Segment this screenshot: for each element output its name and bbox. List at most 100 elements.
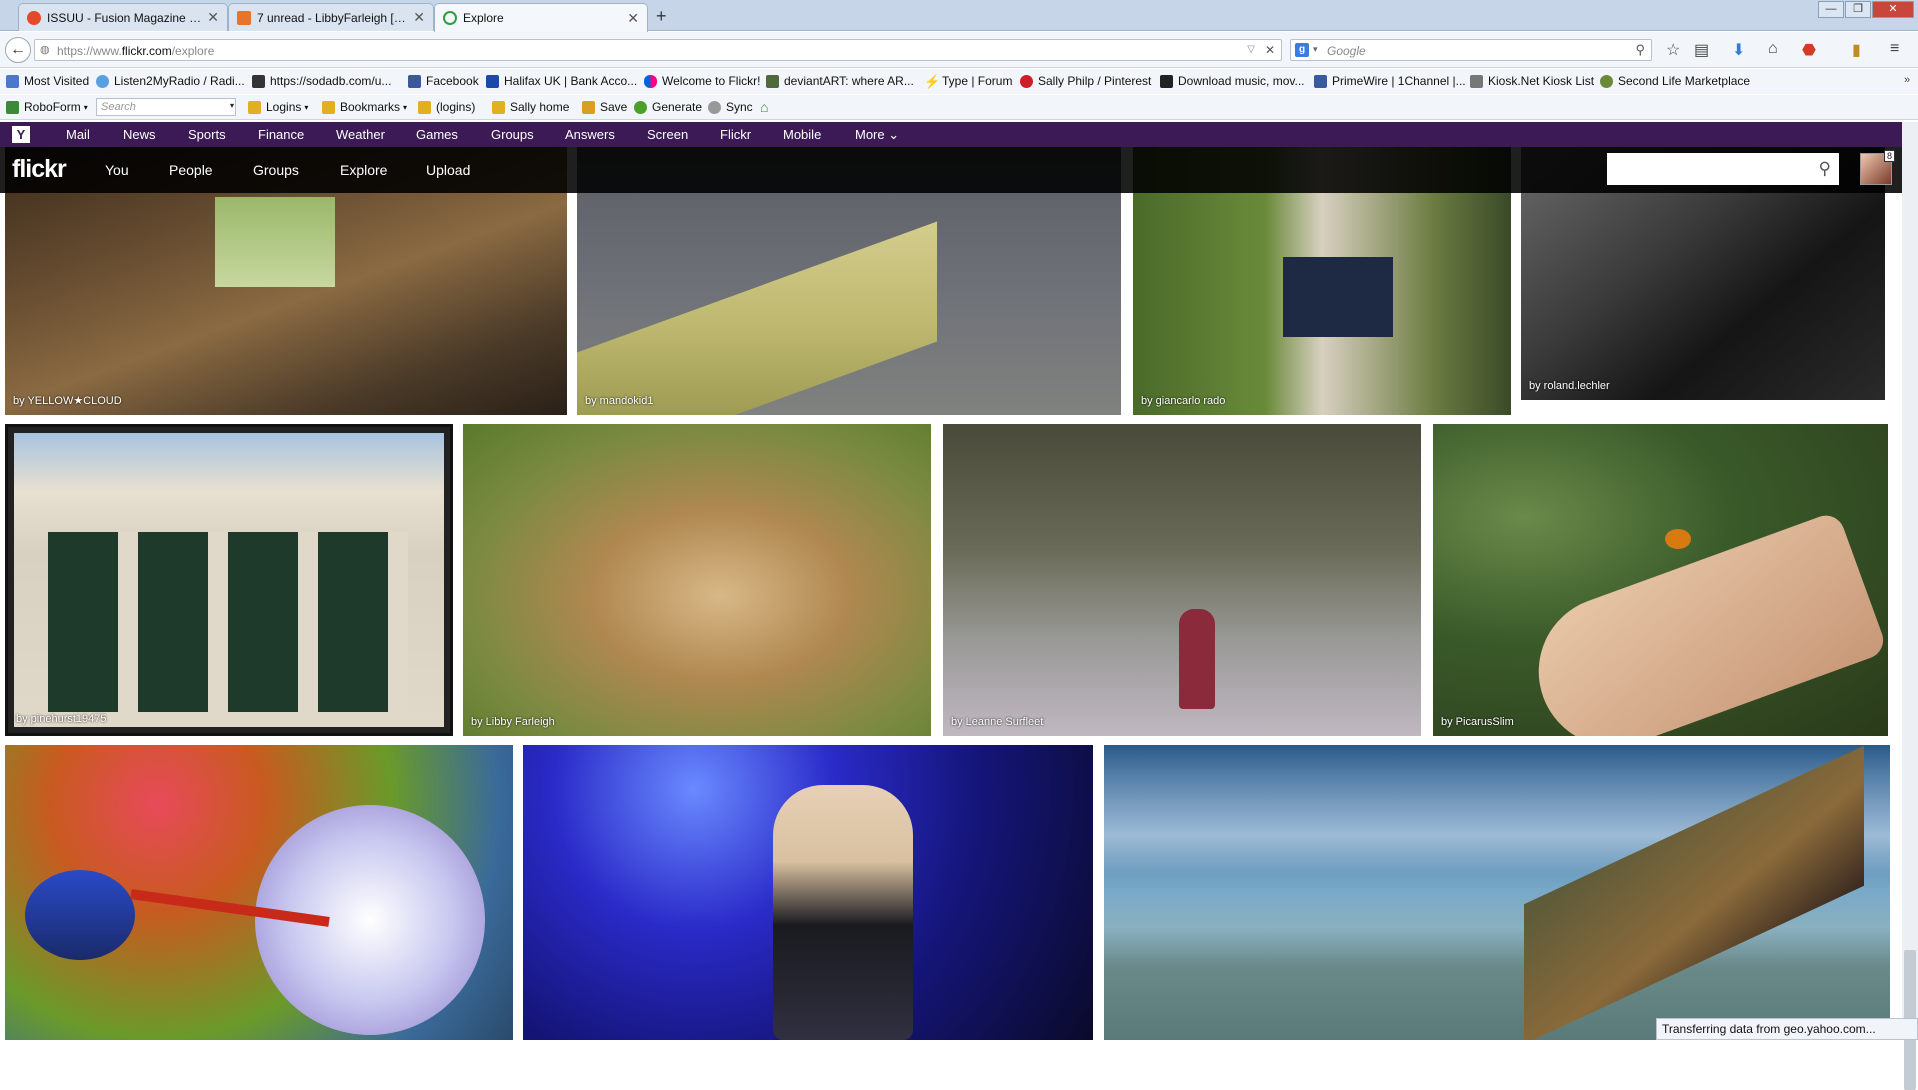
yahoo-games-link[interactable]: Games bbox=[416, 127, 458, 142]
downloads-icon[interactable]: ⬇ bbox=[1732, 40, 1745, 60]
tab-libbyfarleigh[interactable]: 7 unread - LibbyFarleigh [L... ✕ bbox=[228, 3, 434, 31]
yahoo-groups-link[interactable]: Groups bbox=[491, 127, 534, 142]
search-bar[interactable]: g ▾ Google ⚲ bbox=[1290, 39, 1652, 61]
yahoo-more-menu[interactable]: More ⌄ bbox=[855, 127, 899, 143]
photo-tile[interactable]: by Leanne Surfleet bbox=[943, 424, 1421, 736]
photo-credit[interactable]: by YELLOW★CLOUD bbox=[13, 394, 122, 407]
photo-tile[interactable]: by pinehurst19475 bbox=[5, 424, 453, 736]
photo-tile[interactable]: by Libby Farleigh bbox=[463, 424, 931, 736]
restore-button[interactable]: ❐ bbox=[1845, 1, 1871, 18]
yahoo-mobile-link[interactable]: Mobile bbox=[783, 127, 821, 142]
bookmark-pinterest[interactable]: Sally Philp / Pinterest bbox=[1020, 74, 1151, 88]
close-window-button[interactable]: ✕ bbox=[1872, 1, 1914, 18]
home-icon[interactable]: ⌂ bbox=[760, 99, 768, 115]
google-icon[interactable]: g bbox=[1295, 43, 1309, 57]
photo-credit[interactable]: by pinehurst19475 bbox=[16, 713, 107, 725]
new-tab-button[interactable]: + bbox=[656, 6, 667, 27]
extension-icon[interactable]: ▮ bbox=[1852, 40, 1861, 60]
yahoo-weather-link[interactable]: Weather bbox=[336, 127, 385, 142]
engine-dropdown-icon[interactable]: ▾ bbox=[1313, 44, 1318, 55]
url-bar[interactable]: ◍ https://www.flickr.com/explore ▽ ✕ bbox=[34, 39, 1282, 61]
minimize-button[interactable]: — bbox=[1818, 1, 1844, 18]
roboform-sally-home[interactable]: Sally home bbox=[492, 100, 569, 114]
yahoo-mail-link[interactable]: Mail bbox=[66, 127, 90, 142]
roboform-label: RoboForm bbox=[24, 100, 81, 114]
dropdown-arrow-icon[interactable]: ▽ bbox=[1247, 44, 1255, 55]
bookmark-primewire[interactable]: PrimeWire | 1Channel |... bbox=[1314, 74, 1466, 88]
more-bookmarks-icon[interactable]: » bbox=[1904, 74, 1910, 86]
photo-tile[interactable] bbox=[5, 745, 513, 1040]
back-button[interactable]: ← bbox=[5, 37, 31, 63]
flickr-logo[interactable]: flickr bbox=[12, 155, 67, 184]
roboform-logins[interactable]: Logins ▾ bbox=[248, 100, 308, 114]
photo-credit[interactable]: by mandokid1 bbox=[585, 395, 654, 407]
photo-hand-detail bbox=[1517, 510, 1888, 736]
yahoo-logo[interactable]: Y bbox=[12, 126, 30, 143]
nav-groups[interactable]: Groups bbox=[253, 162, 299, 178]
close-tab-icon[interactable]: ✕ bbox=[207, 9, 219, 26]
search-icon[interactable]: ⚲ bbox=[1819, 159, 1831, 179]
photo-credit[interactable]: by PicarusSlim bbox=[1441, 716, 1514, 728]
roboform-save[interactable]: Save bbox=[582, 100, 627, 114]
bookmark-listen2myradio[interactable]: Listen2MyRadio / Radi... bbox=[96, 74, 245, 88]
yahoo-sports-link[interactable]: Sports bbox=[188, 127, 226, 142]
roboform-sync[interactable]: Sync bbox=[708, 100, 753, 114]
bookmark-halifax[interactable]: Halifax UK | Bank Acco... bbox=[486, 74, 637, 88]
nav-explore[interactable]: Explore bbox=[340, 162, 387, 178]
yahoo-flickr-link[interactable]: Flickr bbox=[720, 127, 751, 142]
roboform-generate[interactable]: Generate bbox=[634, 100, 702, 114]
roboform-bookmarks[interactable]: Bookmarks ▾ bbox=[322, 100, 407, 114]
photo-tile[interactable] bbox=[1104, 745, 1890, 1040]
photo-credit[interactable]: by Libby Farleigh bbox=[471, 716, 555, 728]
flickr-header: flickr You People Groups Explore Upload … bbox=[0, 147, 1902, 193]
yahoo-news-link[interactable]: News bbox=[123, 127, 156, 142]
nav-people[interactable]: People bbox=[169, 162, 213, 178]
adblock-icon[interactable]: ⬣ bbox=[1802, 40, 1816, 60]
tab-explore[interactable]: Explore ✕ bbox=[434, 3, 648, 32]
bookmark-label: Welcome to Flickr! bbox=[662, 74, 761, 88]
yahoo-answers-link[interactable]: Answers bbox=[565, 127, 615, 142]
vertical-scrollbar[interactable] bbox=[1902, 122, 1918, 1090]
photo-credit[interactable]: by giancarlo rado bbox=[1141, 395, 1225, 407]
roboform-toolbar: RoboForm ▾ Search ▾ Logins ▾ Bookmarks ▾ (l… bbox=[0, 95, 1918, 120]
tab-issuu[interactable]: ISSUU - Fusion Magazine - ... ✕ bbox=[18, 3, 228, 31]
bookmark-facebook[interactable]: Facebook bbox=[408, 74, 479, 88]
dropdown-arrow-icon: ▾ bbox=[83, 102, 88, 112]
photo-tile[interactable]: by PicarusSlim bbox=[1433, 424, 1888, 736]
yahoo-screen-link[interactable]: Screen bbox=[647, 127, 688, 142]
globe-icon: ◍ bbox=[40, 44, 50, 56]
roboform-menu[interactable]: RoboForm ▾ bbox=[6, 100, 88, 114]
bookmark-second-life[interactable]: Second Life Marketplace bbox=[1600, 74, 1750, 88]
home-icon[interactable]: ⌂ bbox=[1768, 40, 1778, 58]
stop-icon[interactable]: ✕ bbox=[1265, 43, 1275, 57]
close-tab-icon[interactable]: ✕ bbox=[627, 10, 639, 27]
photo-credit[interactable]: by Leanne Surfleet bbox=[951, 716, 1043, 728]
flickr-search-input[interactable]: ⚲ bbox=[1607, 153, 1839, 185]
roboform-icon bbox=[6, 100, 19, 114]
menu-icon[interactable]: ≡ bbox=[1890, 40, 1899, 58]
roboform-logins-item[interactable]: (logins) bbox=[418, 100, 475, 114]
bookmark-type-forum[interactable]: ⚡ Type | Forum bbox=[924, 74, 1012, 88]
bookmark-label: Download music, mov... bbox=[1178, 74, 1305, 88]
star-icon bbox=[492, 100, 505, 114]
search-icon[interactable]: ⚲ bbox=[1635, 42, 1645, 58]
bookmark-most-visited[interactable]: Most Visited bbox=[6, 74, 89, 88]
bookmark-kiosk[interactable]: Kiosk.Net Kiosk List bbox=[1470, 74, 1594, 88]
roboform-search-input[interactable]: Search bbox=[96, 98, 236, 116]
bookmark-download-music[interactable]: Download music, mov... bbox=[1160, 74, 1305, 88]
search-dropdown-icon[interactable]: ▾ bbox=[230, 101, 234, 110]
bookmark-welcome-flickr[interactable]: Welcome to Flickr! bbox=[644, 74, 760, 88]
nav-upload[interactable]: Upload bbox=[426, 162, 470, 178]
close-tab-icon[interactable]: ✕ bbox=[413, 9, 425, 26]
bookmark-deviantart[interactable]: deviantART: where AR... bbox=[766, 74, 914, 88]
photo-credit[interactable]: by roland.lechler bbox=[1529, 380, 1610, 392]
yahoo-finance-link[interactable]: Finance bbox=[258, 127, 304, 142]
bookmark-label: (logins) bbox=[436, 100, 476, 114]
bookmark-star-icon[interactable]: ☆ bbox=[1666, 40, 1680, 60]
bookmarks-list-icon[interactable]: ▤ bbox=[1694, 40, 1709, 60]
bookmark-sodadb[interactable]: https://sodadb.com/u... bbox=[252, 74, 391, 88]
photo-tile[interactable] bbox=[523, 745, 1093, 1040]
avatar[interactable]: 8 bbox=[1860, 150, 1895, 185]
flickr-icon bbox=[644, 74, 657, 88]
nav-you[interactable]: You bbox=[105, 162, 129, 178]
